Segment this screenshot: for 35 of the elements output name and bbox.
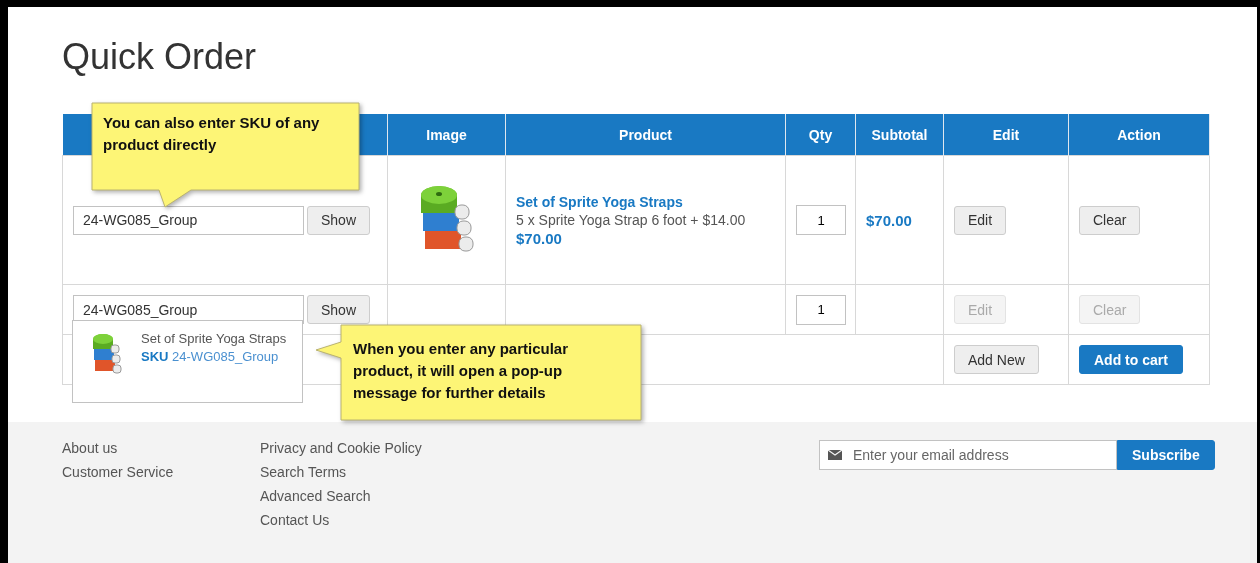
qty-input[interactable]: 1 — [796, 205, 846, 235]
footer-link[interactable]: Advanced Search — [260, 488, 458, 504]
add-new-button[interactable]: Add New — [954, 345, 1039, 374]
product-link[interactable]: Set of Sprite Yoga Straps — [516, 193, 775, 210]
footer-link[interactable]: Search Terms — [260, 464, 458, 480]
column-header: Product — [505, 114, 786, 156]
column-header: Image — [387, 114, 506, 156]
callout-text: You can also enter SKU of any product directly — [103, 113, 321, 155]
suggestion-name[interactable]: Set of Sprite Yoga Straps — [141, 331, 287, 346]
page-title: Quick Order — [62, 35, 258, 78]
callout-text: When you enter any particular product, it will open a pop-up message for further details — [353, 339, 570, 403]
show-button[interactable]: Show — [307, 295, 371, 324]
subtotal-amount: $70.00 — [866, 211, 912, 229]
product-option: 5 x Sprite Yoga Strap 6 foot + $14.00 — [516, 211, 775, 228]
footer-link[interactable]: Contact Us — [260, 512, 458, 528]
clear-button[interactable]: Clear — [1079, 205, 1141, 235]
subscribe-button[interactable]: Subscribe — [1117, 440, 1215, 470]
show-button[interactable]: Show — [307, 205, 371, 235]
sku-label: SKU — [141, 349, 169, 364]
sku-input[interactable]: 24-WG085_Group — [73, 205, 304, 235]
envelope-icon — [828, 450, 842, 460]
edit-button[interactable]: Edit — [954, 205, 1007, 235]
column-header: Qty — [785, 114, 856, 156]
column-header: Subtotal — [855, 114, 944, 156]
column-header: Action — [1068, 114, 1210, 156]
footer-link[interactable]: About us — [62, 440, 260, 456]
yoga-strap-image — [91, 331, 123, 377]
qty-input[interactable]: 1 — [796, 294, 846, 325]
email-field[interactable]: Enter your email address — [819, 440, 1117, 470]
column-header: Edit — [943, 114, 1069, 156]
add-to-cart-button[interactable]: Add to cart — [1079, 345, 1183, 374]
footer-link[interactable]: Customer Service — [62, 464, 260, 480]
product-price: $70.00 — [516, 229, 563, 247]
footer-link[interactable]: Privacy and Cookie Policy — [260, 440, 458, 456]
suggestion-sku: 24-WG085_Group — [172, 349, 279, 364]
